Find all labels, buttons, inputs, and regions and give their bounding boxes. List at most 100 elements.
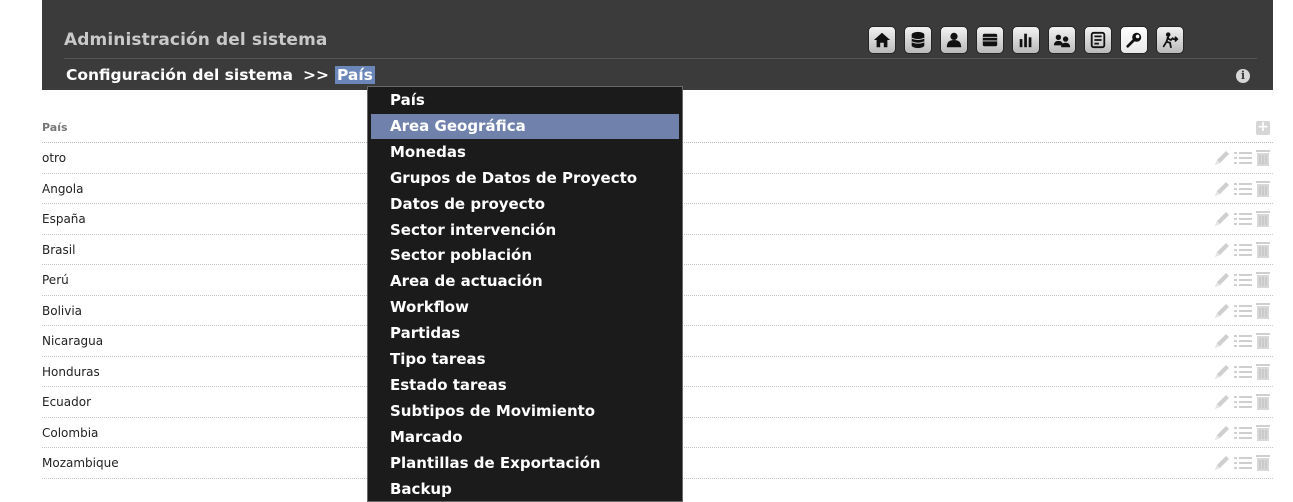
trash-icon[interactable] [1255, 271, 1271, 289]
menu-item[interactable]: Area de actuación [371, 269, 679, 294]
row-actions [1207, 454, 1271, 472]
country-name: Angola [42, 181, 84, 196]
list-icon[interactable] [1233, 210, 1253, 228]
menu-item-label: Marcado [390, 427, 463, 446]
tools-button[interactable] [1120, 26, 1148, 54]
menu-item-label: Datos de proyecto [390, 194, 546, 213]
column-header-pais[interactable]: País [42, 121, 68, 134]
row-actions [1207, 241, 1271, 259]
menu-item[interactable]: Sector población [371, 243, 679, 268]
country-name: Nicaragua [42, 334, 104, 348]
list-icon[interactable] [1233, 393, 1253, 411]
edit-icon[interactable] [1213, 149, 1231, 167]
country-name: España [42, 212, 86, 226]
row-actions [1207, 210, 1271, 228]
breadcrumb-separator: >> [302, 66, 329, 84]
country-name: Honduras [42, 364, 100, 379]
menu-item[interactable]: Marcado [371, 425, 679, 450]
menu-item[interactable]: Area Geográfica [371, 113, 679, 139]
edit-icon[interactable] [1213, 393, 1231, 411]
country-name: otro [42, 151, 67, 165]
country-name: Mozambique [42, 456, 119, 470]
row-actions [1207, 149, 1271, 167]
trash-icon[interactable] [1255, 180, 1271, 198]
list-icon[interactable] [1233, 180, 1253, 198]
list-icon[interactable] [1233, 424, 1253, 442]
menu-item-label: País [390, 91, 425, 109]
row-actions [1207, 271, 1271, 289]
logout-button[interactable] [1156, 26, 1184, 54]
menu-item-label: Tipo tareas [390, 350, 486, 368]
menu-item[interactable]: Workflow [371, 295, 679, 320]
list-icon[interactable] [1233, 271, 1253, 289]
edit-icon[interactable] [1213, 210, 1231, 228]
country-name: Ecuador [42, 395, 92, 409]
edit-icon[interactable] [1213, 454, 1231, 472]
menu-item-label: Plantillas de Exportación [390, 453, 601, 472]
trash-icon[interactable] [1255, 424, 1271, 442]
breadcrumb-current[interactable]: País [334, 66, 375, 84]
users-button[interactable] [940, 26, 968, 54]
menu-item[interactable]: Backup [371, 477, 679, 502]
edit-icon[interactable] [1213, 180, 1231, 198]
list-icon[interactable] [1233, 454, 1253, 472]
menu-item-label: Backup [390, 479, 452, 498]
trash-icon[interactable] [1255, 363, 1271, 381]
country-name: Bolivia [42, 303, 83, 318]
trash-icon[interactable] [1255, 393, 1271, 411]
chart-icon [1019, 33, 1032, 48]
menu-item[interactable]: Datos de proyecto [371, 192, 679, 217]
breadcrumb-section[interactable]: Configuración del sistema [66, 66, 293, 84]
info-icon[interactable]: i [1236, 69, 1250, 83]
trash-icon[interactable] [1255, 302, 1271, 320]
menu-item[interactable]: Tipo tareas [371, 347, 679, 372]
menu-item[interactable]: País [371, 88, 679, 113]
database-button[interactable] [904, 26, 932, 54]
menu-item[interactable]: Sector intervención [371, 218, 679, 243]
row-actions [1207, 363, 1271, 381]
list-icon[interactable] [1233, 149, 1253, 167]
tools-icon [1126, 32, 1142, 48]
menu-item[interactable]: Estado tareas [371, 373, 679, 398]
menu-item-label: Area de actuación [390, 272, 543, 291]
report-icon [1090, 31, 1106, 49]
edit-icon[interactable] [1213, 271, 1231, 289]
edit-icon[interactable] [1213, 302, 1231, 320]
trash-icon[interactable] [1255, 332, 1271, 350]
add-icon[interactable]: + [1256, 120, 1270, 135]
country-name: Perú [42, 273, 69, 287]
menu-item-label: Partidas [390, 324, 461, 343]
dropdown-menu: País Area Geográfica Monedas Grupos de Dato… [367, 86, 683, 502]
edit-icon[interactable] [1213, 363, 1231, 381]
list-icon[interactable] [1233, 302, 1253, 320]
list-icon[interactable] [1233, 332, 1253, 350]
report-button[interactable] [1084, 26, 1112, 54]
trash-icon[interactable] [1255, 149, 1271, 167]
edit-icon[interactable] [1213, 241, 1231, 259]
menu-item-label: Sector intervención [390, 220, 557, 239]
edit-icon[interactable] [1213, 332, 1231, 350]
folder-icon [982, 33, 998, 47]
list-icon[interactable] [1233, 363, 1253, 381]
menu-item-label: Area Geográfica [390, 116, 526, 135]
trash-icon[interactable] [1255, 454, 1271, 472]
menu-item[interactable]: Plantillas de Exportación [371, 451, 679, 476]
menu-item[interactable]: Partidas [371, 321, 679, 346]
chart-button[interactable] [1012, 26, 1040, 54]
folder-button[interactable] [976, 26, 1004, 54]
row-actions [1207, 180, 1271, 198]
database-icon [911, 31, 925, 49]
app-title: Administración del sistema [64, 30, 328, 50]
menu-item[interactable]: Monedas [371, 140, 679, 165]
breadcrumb: Configuración del sistema >> País [66, 66, 375, 84]
menu-item[interactable]: Subtipos de Movimiento [371, 399, 679, 424]
user-group-button[interactable] [1048, 26, 1076, 54]
list-icon[interactable] [1233, 241, 1253, 259]
home-button[interactable] [868, 26, 896, 54]
menu-item-label: Estado tareas [390, 375, 507, 394]
header-divider [64, 58, 1257, 59]
trash-icon[interactable] [1255, 210, 1271, 228]
trash-icon[interactable] [1255, 241, 1271, 259]
menu-item[interactable]: Grupos de Datos de Proyecto [371, 166, 679, 191]
edit-icon[interactable] [1213, 424, 1231, 442]
